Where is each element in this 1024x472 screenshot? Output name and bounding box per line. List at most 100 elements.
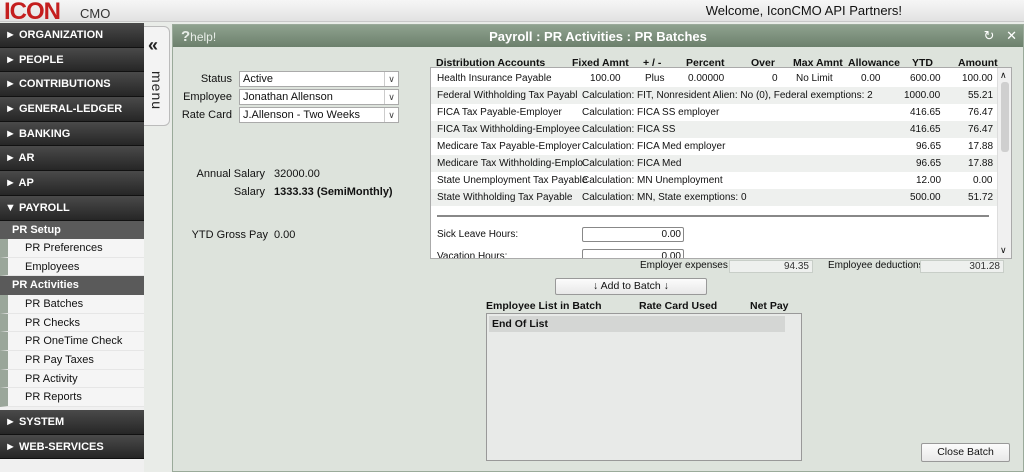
welcome-text: Welcome, IconCMO API Partners! — [705, 3, 902, 18]
employer-expenses-label: Employer expenses — [640, 260, 728, 271]
table-row[interactable]: FICA Tax Payable-Employer Calculation: F… — [431, 104, 997, 121]
row-account: Medicare Tax Payable-Employer — [437, 141, 581, 152]
distribution-table[interactable]: Health Insurance Payable 100.00 Plus 0.0… — [430, 67, 1012, 259]
table-row[interactable]: Medicare Tax Withholding-Emplo Calculati… — [431, 155, 997, 172]
status-select[interactable]: Active ∨ — [239, 71, 399, 87]
row-ytd: 12.00 — [916, 175, 942, 186]
table-row[interactable]: Federal Withholding Tax Payabl Calculati… — [431, 87, 997, 104]
list-item: End Of List — [489, 316, 785, 332]
vacation-input[interactable]: 0.00 — [582, 249, 684, 258]
nav-system[interactable]: ► SYSTEM — [0, 410, 144, 435]
nav-general-ledger[interactable]: ► GENERAL-LEDGER — [0, 97, 144, 122]
row-ytd: 96.65 — [916, 141, 942, 152]
row-account: Medicare Tax Withholding-Emplo — [437, 158, 583, 169]
nav-pr-preferences[interactable]: PR Preferences — [0, 239, 144, 258]
table-row[interactable]: Health Insurance Payable 100.00 Plus 0.0… — [431, 70, 997, 87]
nav-ar[interactable]: ► AR — [0, 146, 144, 172]
salary-label: Salary — [233, 186, 265, 198]
nav-contributions[interactable]: ► CONTRIBUTIONS — [0, 72, 144, 98]
employee-select[interactable]: Jonathan Allenson ∨ — [239, 89, 399, 105]
employee-deductions-value: 301.28 — [920, 260, 1004, 273]
chevron-up-icon[interactable]: ∧ — [1000, 70, 1007, 81]
nav-pr-batches[interactable]: PR Batches — [0, 294, 144, 314]
row-calc: Calculation: FICA SS employer — [582, 107, 720, 118]
row-calc: Calculation: FICA Med employer — [582, 141, 726, 152]
ratecard-label: Rate Card — [181, 109, 232, 121]
table-row[interactable]: State Unemployment Tax Payable Calculati… — [431, 172, 997, 189]
nav-web-services[interactable]: ► WEB-SERVICES — [0, 434, 144, 460]
row-account: FICA Tax Withholding-Employee — [437, 124, 581, 135]
add-to-batch-button[interactable]: ↓ Add to Batch ↓ — [555, 278, 707, 295]
row-fixed: 100.00 — [590, 73, 621, 84]
divider — [437, 215, 989, 217]
chevron-down-icon[interactable]: ∨ — [1000, 245, 1007, 256]
row-calc: Calculation: FICA Med — [582, 158, 682, 169]
chevron-down-icon: ∨ — [384, 108, 398, 122]
close-batch-button[interactable]: Close Batch — [921, 443, 1010, 462]
row-ytd: 96.65 — [916, 158, 942, 169]
nav-pr-pay-taxes[interactable]: PR Pay Taxes — [0, 350, 144, 370]
row-amount: 0.00 — [973, 175, 993, 186]
nav-employees[interactable]: Employees — [0, 257, 144, 277]
nav-organization[interactable]: ► ORGANIZATION — [0, 23, 144, 48]
vacation-label: Vacation Hours: — [437, 251, 508, 259]
distribution-header: Distribution Accounts Fixed Amnt + / - P… — [430, 33, 1022, 69]
row-plus-minus: Plus — [645, 73, 665, 84]
row-amount: 17.88 — [968, 158, 994, 169]
nav-pr-activities[interactable]: PR Activities — [0, 276, 144, 295]
nav-pr-reports[interactable]: PR Reports — [0, 388, 144, 407]
top-bar: ICON CMO Welcome, IconCMO API Partners! — [0, 0, 1024, 25]
scroll-thumb[interactable] — [1001, 82, 1009, 152]
employee-deductions-label: Employee deductions — [828, 260, 924, 271]
row-max: No Limit — [796, 73, 833, 84]
salary-value: 1333.33 (SemiMonthly) — [274, 186, 393, 198]
row-over: 0 — [772, 73, 778, 84]
col-employee-list: Employee List in Batch — [486, 300, 602, 312]
nav-ap[interactable]: ► AP — [0, 171, 144, 196]
row-ytd: 416.65 — [910, 107, 941, 118]
row-account: Federal Withholding Tax Payabl — [437, 90, 578, 101]
row-ytd: 1000.00 — [904, 90, 941, 101]
col-net-pay: Net Pay — [750, 300, 789, 312]
scrollbar[interactable]: ∧ ∨ — [997, 68, 1011, 258]
chevron-down-icon: ∨ — [384, 72, 398, 86]
sick-leave-label: Sick Leave Hours: — [437, 229, 519, 240]
row-allowance: 0.00 — [861, 73, 881, 84]
sick-leave-input[interactable]: 0.00 — [582, 227, 684, 242]
col-rate-card-used: Rate Card Used — [639, 300, 718, 312]
nav-payroll[interactable]: ▼ PAYROLL — [0, 195, 144, 221]
row-amount: 76.47 — [968, 124, 994, 135]
nav-people[interactable]: ► PEOPLE — [0, 47, 144, 73]
sidebar: ► ORGANIZATION ► PEOPLE ► CONTRIBUTIONS … — [0, 23, 144, 472]
row-calc: Calculation: MN, State exemptions: 0 — [582, 192, 747, 203]
row-ytd: 500.00 — [910, 192, 941, 203]
row-account: State Withholding Tax Payable — [437, 192, 573, 203]
row-calc: Calculation: MN Unemployment — [582, 175, 723, 186]
row-amount: 17.88 — [968, 141, 994, 152]
row-amount: 55.21 — [968, 90, 994, 101]
row-percent: 0.00000 — [688, 73, 725, 84]
nav-pr-checks[interactable]: PR Checks — [0, 313, 144, 333]
row-ytd: 416.65 — [910, 124, 941, 135]
row-amount: 100.00 — [962, 73, 993, 84]
ratecard-select[interactable]: J.Allenson - Two Weeks ∨ — [239, 107, 399, 123]
logo-sub: CMO — [80, 6, 111, 21]
row-ytd: 600.00 — [910, 73, 941, 84]
table-row[interactable]: State Withholding Tax Payable Calculatio… — [431, 189, 997, 206]
nav-pr-onetime-check[interactable]: PR OneTime Check — [0, 332, 144, 351]
table-row[interactable]: Medicare Tax Payable-Employer Calculatio… — [431, 138, 997, 155]
ratecard-value: J.Allenson - Two Weeks — [243, 109, 360, 121]
chevron-down-icon: ∨ — [384, 90, 398, 104]
batch-list[interactable]: End Of List — [486, 313, 802, 461]
table-row[interactable]: FICA Tax Withholding-Employee Calculatio… — [431, 121, 997, 138]
annual-salary-value: 32000.00 — [274, 168, 320, 180]
nav-pr-activity[interactable]: PR Activity — [0, 369, 144, 389]
row-account: Health Insurance Payable — [437, 73, 552, 84]
row-account: State Unemployment Tax Payable — [437, 175, 588, 186]
status-label: Status — [200, 73, 232, 85]
employee-label: Employee — [183, 91, 232, 103]
nav-banking[interactable]: ► BANKING — [0, 121, 144, 147]
ytd-gross-value: 0.00 — [274, 229, 296, 241]
employer-expenses-value: 94.35 — [729, 260, 813, 273]
nav-pr-setup[interactable]: PR Setup — [0, 220, 144, 239]
